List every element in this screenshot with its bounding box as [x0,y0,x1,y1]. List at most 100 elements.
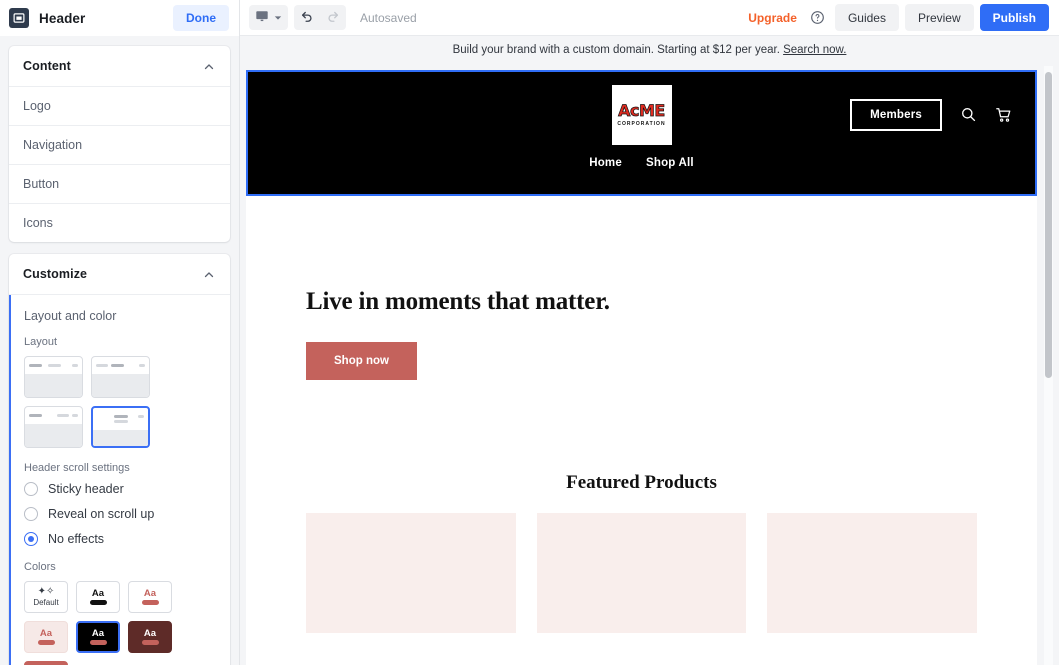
site-preview-frame[interactable]: AcME CORPORATION Members Home Shop All L… [246,70,1037,665]
radio-label: No effects [48,532,105,546]
upgrade-link[interactable]: Upgrade [744,11,801,25]
undo-redo-group [294,5,346,30]
undo-arrow-icon [300,9,314,26]
content-item-logo[interactable]: Logo [9,87,230,126]
color-swatch-pill [89,640,107,646]
content-section-header[interactable]: Content [9,46,230,87]
color-swatch-aa: Aa [91,587,105,599]
radio-icon-selected [24,532,38,546]
featured-products-title: Featured Products [566,472,717,493]
layout-option-logo-center-nav-below[interactable] [91,406,150,448]
redo-arrow-icon [326,9,340,26]
radio-reveal-on-scroll-up[interactable]: Reveal on scroll up [24,507,216,521]
desktop-monitor-icon [255,9,269,26]
radio-icon [24,482,38,496]
chevron-up-icon[interactable] [203,268,215,280]
color-swatch-black-red[interactable]: Aa [76,621,120,653]
content-section-card: Content Logo Navigation Button Icons [9,46,230,242]
radio-no-effects[interactable]: No effects [24,532,216,546]
content-item-icons[interactable]: Icons [9,204,230,242]
radio-label: Sticky header [48,482,124,496]
color-swatch-pill [37,640,55,646]
site-header-section[interactable]: AcME CORPORATION Members Home Shop All [246,70,1037,196]
promo-search-now-link[interactable]: Search now. [783,44,846,56]
hero-section[interactable]: Live in moments that matter. Shop now [246,196,1037,464]
featured-products-grid [246,494,1037,633]
preview-button[interactable]: Preview [904,4,974,31]
panel-header: Header Done [0,0,239,36]
shop-now-button[interactable]: Shop now [306,342,417,380]
customize-body: Layout and color Layout Header scroll se… [9,295,230,665]
layout-option-nav-left-logo-center[interactable] [91,356,150,398]
color-swatch-pill [141,600,159,606]
product-card[interactable] [767,513,978,633]
radio-icon [24,507,38,521]
nav-link-shop-all[interactable]: Shop All [646,157,694,169]
guides-button[interactable]: Guides [834,4,899,31]
logo-brand-text: AcME [618,100,666,120]
color-swatch-maroon-red[interactable]: Aa [128,621,172,653]
promo-text: Build your brand with a custom domain. S… [452,44,780,56]
editor-canvas: Autosaved Upgrade Guides Preview Publish… [240,0,1059,665]
site-header-top-row: AcME CORPORATION Members [248,72,1035,157]
caret-down-icon [274,10,282,25]
color-swatches: ✦✧ Default Aa Aa Aa Aa Aa [24,581,216,665]
radio-label: Reveal on scroll up [48,507,155,521]
search-icon[interactable] [960,106,977,123]
chevron-up-icon[interactable] [203,60,215,72]
color-swatch-aa: Aa [143,627,157,639]
customize-section-header[interactable]: Customize [9,254,230,295]
device-selector-button[interactable] [249,5,288,30]
page-title: Header [39,10,86,26]
color-swatch-blush-red[interactable]: Aa [24,621,68,653]
content-section-title: Content [23,59,71,73]
color-swatch-white-red[interactable]: Aa [128,581,172,613]
hero-headline: Live in moments that matter. [306,288,610,315]
color-swatch-default[interactable]: ✦✧ Default [24,581,68,613]
layout-option-logo-left-nav-center[interactable] [24,356,83,398]
autosave-status: Autosaved [360,10,417,25]
custom-domain-promo-banner: Build your brand with a custom domain. S… [240,36,1059,64]
layout-option-logo-left-nav-right[interactable] [24,406,83,448]
color-swatch-pill [89,600,107,606]
undo-button[interactable] [294,5,320,30]
layout-options [24,356,216,448]
shopping-cart-icon[interactable] [995,106,1013,124]
site-header-nav: Home Shop All [248,157,1035,187]
canvas-scrollbar-thumb[interactable] [1045,72,1052,378]
redo-button[interactable] [320,5,346,30]
customize-section-card: Customize Layout and color Layout Header… [9,254,230,665]
layout-label: Layout [24,336,58,348]
radio-sticky-header[interactable]: Sticky header [24,482,216,496]
color-swatch-aa: Aa [39,627,53,639]
colors-label: Colors [24,561,56,573]
product-card[interactable] [306,513,516,633]
editor-toolbar: Autosaved Upgrade Guides Preview Publish [240,0,1059,36]
layout-and-color-label: Layout and color [24,309,117,323]
customize-section-title: Customize [23,267,88,281]
header-scroll-settings-label: Header scroll settings [24,462,130,474]
members-button[interactable]: Members [850,98,942,131]
color-swatch-red-white[interactable]: Aa [24,661,68,665]
content-item-button[interactable]: Button [9,165,230,204]
done-button[interactable]: Done [173,5,229,31]
canvas-scrollbar[interactable] [1044,66,1053,665]
color-swatch-pill [141,640,159,646]
nav-link-home[interactable]: Home [589,157,622,169]
color-swatch-caption: Default [33,598,59,607]
editor-settings-panel: Header Done Content Logo Navigation Butt… [0,0,240,665]
site-header-actions: Members [850,98,1013,131]
publish-button[interactable]: Publish [979,4,1049,31]
product-card[interactable] [536,513,747,633]
magic-wand-icon: ✦✧ [37,586,55,597]
question-circle-icon[interactable] [807,7,829,29]
color-swatch-white-black[interactable]: Aa [76,581,120,613]
logo-sub-text: CORPORATION [617,120,666,127]
color-swatch-aa: Aa [143,587,157,599]
header-layout-icon [9,8,29,28]
content-item-navigation[interactable]: Navigation [9,126,230,165]
site-logo[interactable]: AcME CORPORATION [611,84,672,145]
site-editor-app: Header Done Content Logo Navigation Butt… [0,0,1059,665]
featured-products-section[interactable]: Featured Products [246,472,1037,633]
panel-scroll-area[interactable]: Content Logo Navigation Button Icons Cus… [0,36,239,665]
